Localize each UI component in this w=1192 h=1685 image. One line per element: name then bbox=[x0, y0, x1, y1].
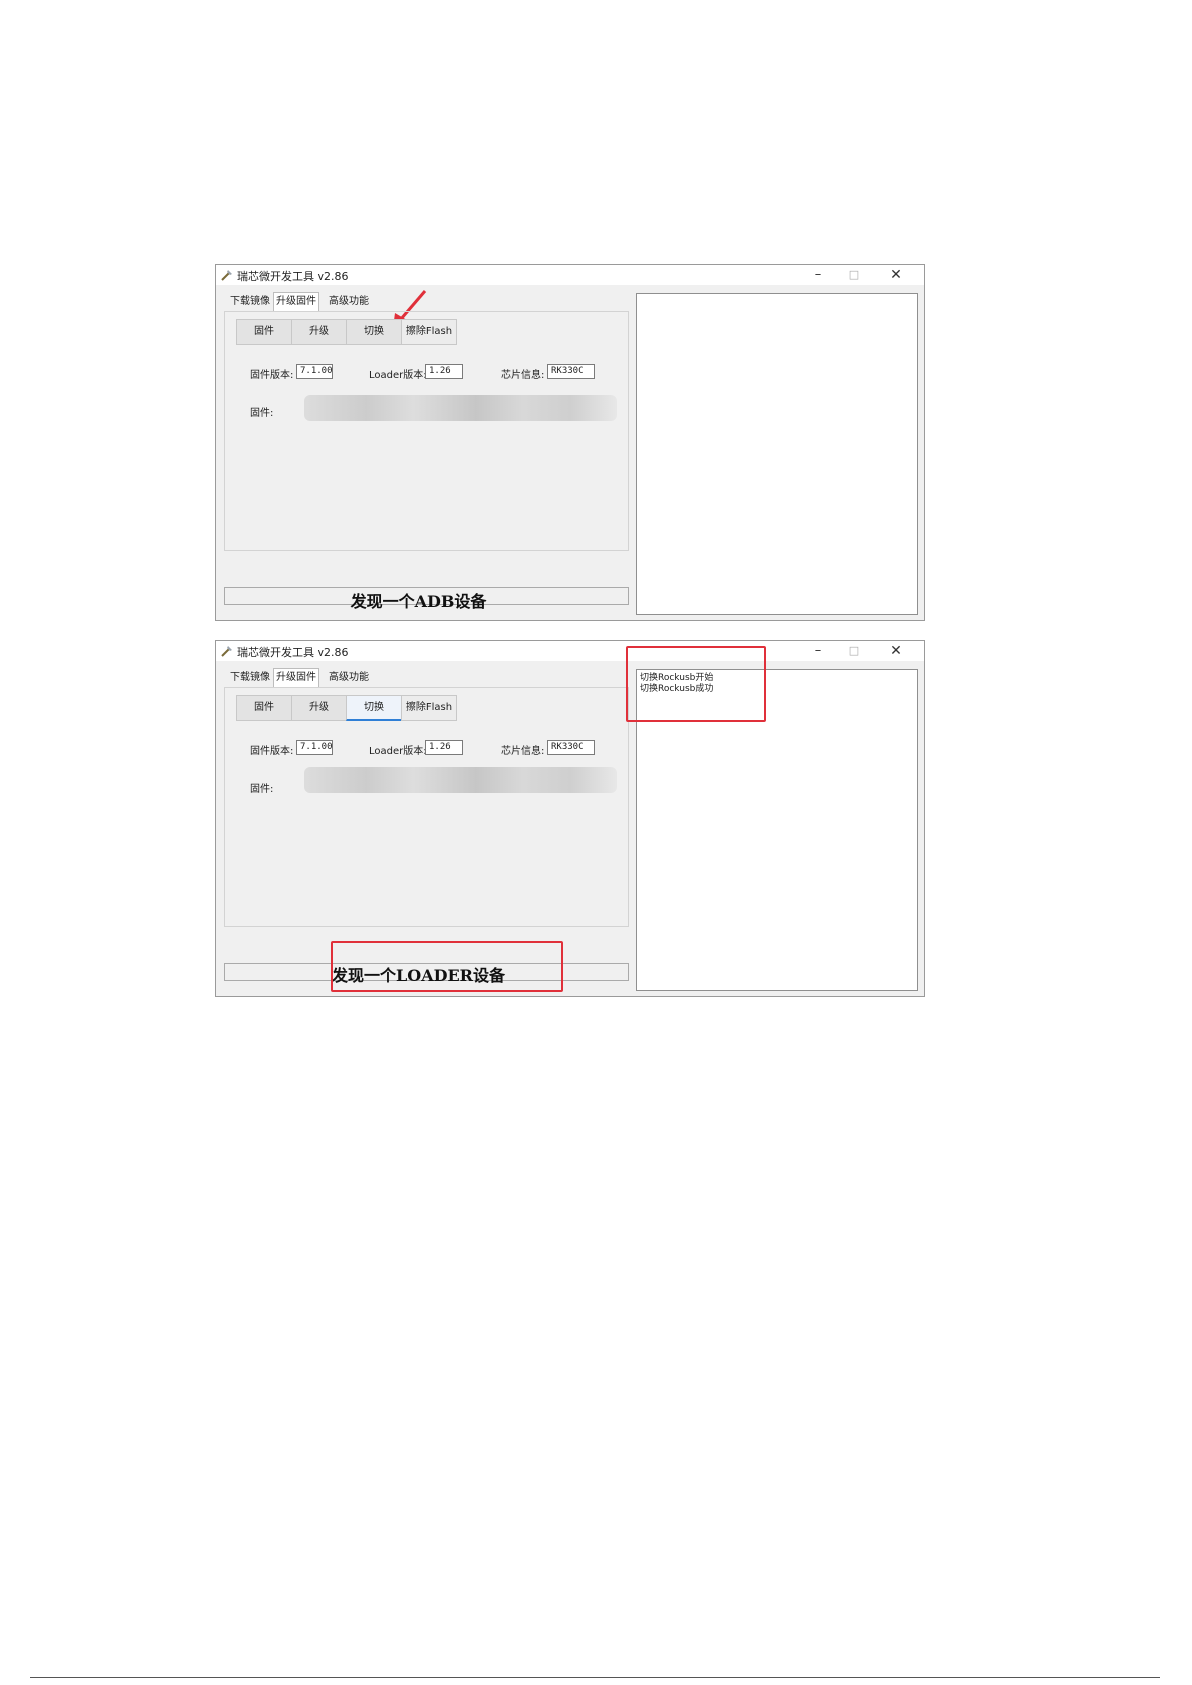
chip-info-field: RK330C bbox=[547, 364, 595, 379]
firmware-path-field-blurred[interactable] bbox=[304, 767, 617, 793]
tool-window-after: 瑞芯微开发工具 v2.86 – □ ✕ 下载镜像 升级固件 高级功能 固件 升级… bbox=[215, 640, 925, 997]
switch-button[interactable]: 切换 bbox=[346, 319, 402, 345]
action-button-row: 固件 升级 切换 擦除Flash bbox=[236, 319, 457, 345]
window-title: 瑞芯微开发工具 v2.86 bbox=[237, 270, 349, 283]
tab-advanced[interactable]: 高级功能 bbox=[327, 294, 371, 310]
chip-info-label: 芯片信息: bbox=[501, 370, 545, 381]
page-footer-rule bbox=[30, 1677, 1160, 1678]
fw-version-label: 固件版本: bbox=[250, 746, 294, 757]
loader-version-label: Loader版本: bbox=[369, 370, 427, 381]
upgrade-button[interactable]: 升级 bbox=[291, 319, 347, 345]
upgrade-panel bbox=[224, 687, 629, 927]
loader-version-field: 1.26 bbox=[425, 364, 463, 379]
tab-upgrade-firmware[interactable]: 升级固件 bbox=[273, 668, 319, 687]
erase-flash-button[interactable]: 擦除Flash bbox=[401, 695, 457, 721]
fw-version-field: 7.1.00 bbox=[296, 740, 333, 755]
tab-advanced[interactable]: 高级功能 bbox=[327, 670, 371, 686]
highlight-box-status bbox=[331, 941, 563, 992]
log-pane bbox=[636, 293, 918, 615]
close-button[interactable]: ✕ bbox=[878, 642, 914, 660]
firmware-path-label: 固件: bbox=[250, 408, 274, 419]
minimize-button[interactable]: – bbox=[800, 642, 836, 660]
firmware-path-label: 固件: bbox=[250, 784, 274, 795]
tab-download-image[interactable]: 下载镜像 bbox=[228, 294, 272, 310]
erase-flash-button[interactable]: 擦除Flash bbox=[401, 319, 457, 345]
status-message: 发现一个ADB设备 bbox=[350, 592, 487, 611]
tool-window-before: 瑞芯微开发工具 v2.86 – □ ✕ 下载镜像 升级固件 高级功能 固件 升级… bbox=[215, 264, 925, 621]
tab-download-image[interactable]: 下载镜像 bbox=[228, 670, 272, 686]
window-title: 瑞芯微开发工具 v2.86 bbox=[237, 646, 349, 659]
fw-version-label: 固件版本: bbox=[250, 370, 294, 381]
chip-info-field: RK330C bbox=[547, 740, 595, 755]
maximize-button[interactable]: □ bbox=[836, 642, 872, 660]
loader-version-label: Loader版本: bbox=[369, 746, 427, 757]
firmware-button[interactable]: 固件 bbox=[236, 695, 292, 721]
loader-version-field: 1.26 bbox=[425, 740, 463, 755]
minimize-button[interactable]: – bbox=[800, 266, 836, 284]
switch-button-selected[interactable]: 切换 bbox=[346, 695, 402, 721]
title-bar[interactable]: 瑞芯微开发工具 v2.86 – □ ✕ bbox=[216, 265, 924, 285]
highlight-box-log bbox=[626, 646, 766, 722]
app-tool-icon bbox=[221, 270, 232, 281]
maximize-button[interactable]: □ bbox=[836, 266, 872, 284]
upgrade-panel bbox=[224, 311, 629, 551]
firmware-button[interactable]: 固件 bbox=[236, 319, 292, 345]
document-page: { "app": { "title": "瑞芯微开发工具 v2.86", "mi… bbox=[0, 0, 1192, 1685]
firmware-path-field-blurred[interactable] bbox=[304, 395, 617, 421]
fw-version-field: 7.1.00 bbox=[296, 364, 333, 379]
chip-info-label: 芯片信息: bbox=[501, 746, 545, 757]
tab-upgrade-firmware[interactable]: 升级固件 bbox=[273, 292, 319, 311]
app-tool-icon bbox=[221, 646, 232, 657]
title-bar[interactable]: 瑞芯微开发工具 v2.86 – □ ✕ bbox=[216, 641, 924, 661]
upgrade-button[interactable]: 升级 bbox=[291, 695, 347, 721]
action-button-row: 固件 升级 切换 擦除Flash bbox=[236, 695, 457, 721]
close-button[interactable]: ✕ bbox=[878, 266, 914, 284]
